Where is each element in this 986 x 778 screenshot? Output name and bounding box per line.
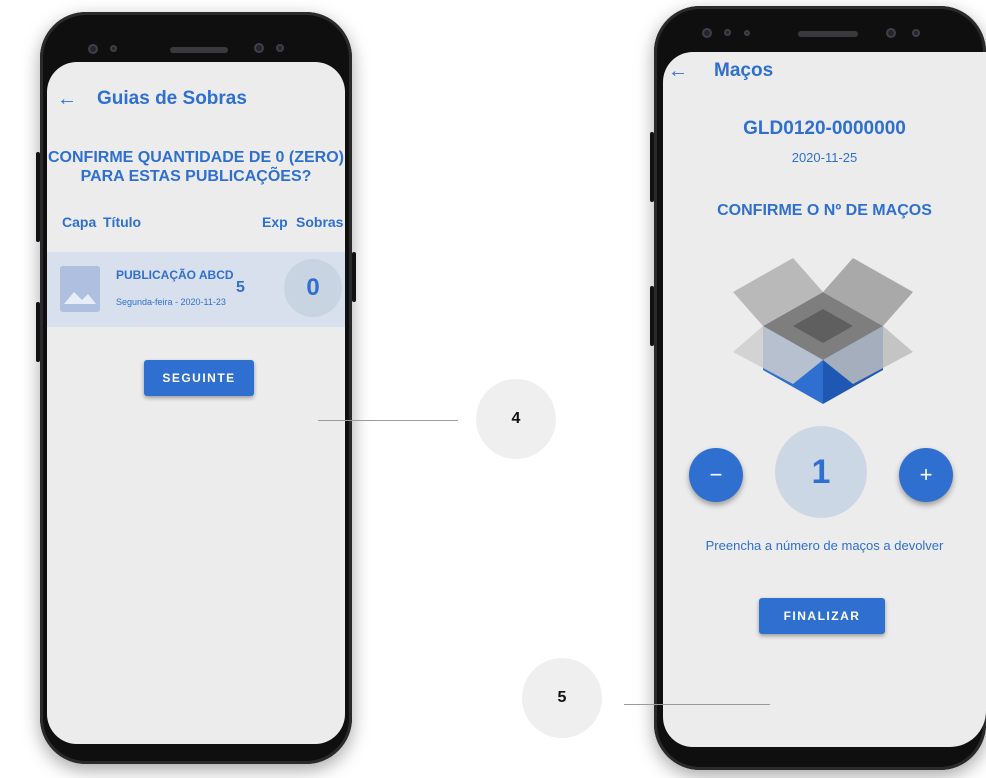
arrow-left-icon[interactable]: ← [57,89,97,109]
volume-button [36,152,40,242]
callout-badge: 5 [522,658,602,738]
side-button [352,252,356,302]
column-header-titulo: Título [103,214,142,230]
arrow-left-icon[interactable]: ← [668,61,708,81]
screen-macos: ← Maços GLD0120-0000000 2020-11-25 CONFI… [663,52,986,747]
table-row[interactable]: PUBLICAÇÃO ABCD Segunda-feira - 2020-11-… [47,252,345,327]
publication-title: PUBLICAÇÃO ABCD [116,268,234,282]
publication-date: Segunda-feira - 2020-11-23 [116,297,226,307]
front-camera-icon [886,28,896,38]
callout-leader-line [318,420,458,421]
column-header-capa: Capa [62,214,97,230]
open-box-icon [733,258,913,404]
sensor-icon [744,30,750,36]
sensor-icon [724,29,731,36]
sobras-value[interactable]: 0 [284,259,342,317]
app-bar: ← Guias de Sobras [57,84,345,114]
helper-text: Preencha a número de maços a devolver [705,538,944,553]
speaker-grille [798,31,858,37]
power-button [36,302,40,362]
phone-left: ← Guias de Sobras CONFIRME QUANTIDADE DE… [36,12,356,764]
seguinte-button[interactable]: SEGUINTE [144,360,254,396]
exp-value: 5 [236,279,245,296]
guide-date: 2020-11-25 [791,150,858,165]
screen-guias-de-sobras: ← Guias de Sobras CONFIRME QUANTIDADE DE… [47,62,345,744]
increment-button[interactable]: + [899,448,953,502]
sensor-icon [276,44,284,52]
confirm-prompt: CONFIRME QUANTIDADE DE 0 (ZERO) PARA EST… [48,149,344,185]
callout-leader-line [624,704,770,705]
finalizar-button[interactable]: FINALIZAR [759,598,885,634]
bundle-count[interactable]: 1 [775,426,867,518]
power-button [650,286,654,346]
app-bar: ← Maços [668,56,986,86]
page-title: Maços [714,60,774,81]
guide-reference: GLD0120-0000000 [743,118,906,139]
camera-icon [88,44,98,54]
image-placeholder-icon [60,266,100,312]
front-camera-icon [254,43,264,53]
page-title: Guias de Sobras [97,88,247,109]
decrement-button[interactable]: − [689,448,743,502]
table-header: Capa Título Exp Sobras [62,214,344,234]
speaker-grille [170,47,228,53]
volume-button [650,132,654,202]
column-header-sobras: Sobras [296,214,344,230]
sensor-icon [110,45,117,52]
camera-icon [702,28,712,38]
column-header-exp: Exp [262,214,288,230]
phone-right: ← Maços GLD0120-0000000 2020-11-25 CONFI… [650,6,986,770]
callout-badge: 4 [476,379,556,459]
sensor-icon [912,29,920,37]
confirm-prompt: CONFIRME O Nº DE MAÇOS [717,202,932,219]
